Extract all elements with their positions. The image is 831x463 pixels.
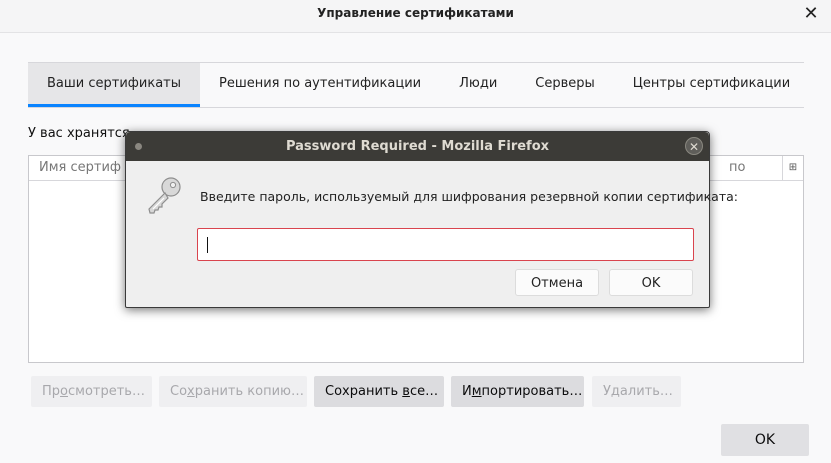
password-dialog: Password Required - Mozilla Firefox ✕ Вв…: [125, 131, 738, 308]
backup-button[interactable]: Сохранить копию…: [159, 376, 307, 407]
delete-button[interactable]: Удалить…: [592, 376, 681, 407]
window-close-icon[interactable]: ✕: [801, 4, 821, 24]
password-input[interactable]: [197, 228, 694, 261]
column-picker-icon[interactable]: ⊞: [782, 156, 803, 180]
window-title: Управление сертификатами: [317, 6, 514, 20]
certificates-description: У вас хранятся: [28, 126, 130, 141]
tab-authorities[interactable]: Центры сертификации: [614, 63, 809, 107]
tab-authentication-decisions[interactable]: Решения по аутентификации: [200, 63, 440, 107]
dialog-title: Password Required - Mozilla Firefox: [285, 139, 550, 154]
key-icon: [148, 177, 181, 214]
column-header-name[interactable]: Имя сертиф: [39, 160, 121, 175]
column-header-right[interactable]: по: [729, 160, 745, 175]
dialog-message: Введите пароль, используемый для шифрова…: [200, 189, 738, 204]
dialog-titlebar: Password Required - Mozilla Firefox ✕: [126, 132, 709, 161]
view-button[interactable]: Просмотреть…: [31, 376, 152, 407]
window-titlebar: Управление сертификатами ✕: [0, 0, 831, 33]
tab-your-certificates[interactable]: Ваши сертификаты: [28, 63, 200, 107]
backup-all-button[interactable]: Сохранить все…: [314, 376, 444, 407]
dialog-ok-button[interactable]: OK: [609, 269, 693, 296]
tab-servers[interactable]: Серверы: [516, 63, 614, 107]
text-caret: [207, 237, 208, 253]
ok-button[interactable]: OK: [721, 424, 809, 456]
tab-bar: Ваши сертификаты Решения по аутентификац…: [28, 62, 804, 108]
tab-people[interactable]: Люди: [440, 63, 516, 107]
cancel-button[interactable]: Отмена: [515, 269, 599, 296]
import-button[interactable]: Импортировать…: [451, 376, 584, 407]
dialog-close-icon[interactable]: ✕: [685, 137, 703, 155]
